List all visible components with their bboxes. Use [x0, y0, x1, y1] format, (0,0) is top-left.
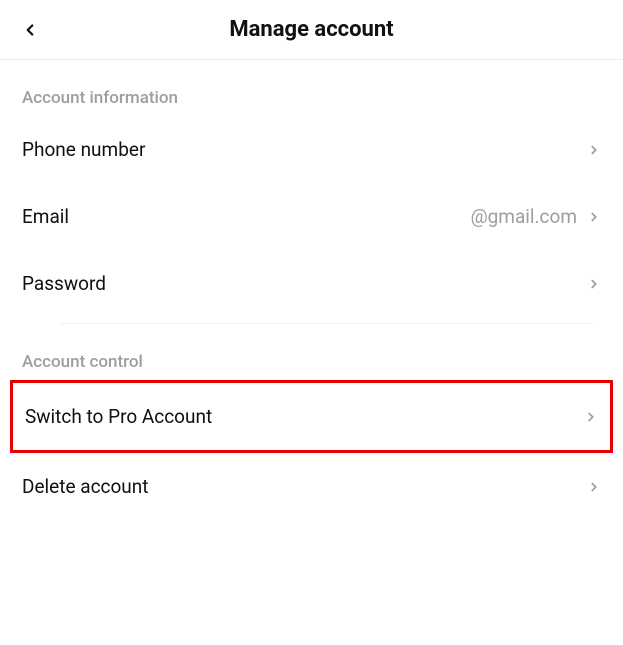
row-value-email: @gmail.com [471, 205, 577, 228]
chevron-right-icon [587, 480, 601, 494]
back-button[interactable] [14, 14, 46, 46]
row-phone-number[interactable]: Phone number [0, 116, 623, 183]
chevron-right-icon [587, 143, 601, 157]
section-label-account-info: Account information [0, 60, 623, 116]
row-label-switch-pro: Switch to Pro Account [25, 405, 212, 428]
row-password[interactable]: Password [0, 250, 623, 317]
page-title: Manage account [0, 17, 623, 42]
chevron-left-icon [21, 21, 39, 39]
row-email[interactable]: Email @gmail.com [0, 183, 623, 250]
row-switch-to-pro[interactable]: Switch to Pro Account [10, 380, 613, 453]
chevron-right-icon [587, 210, 601, 224]
row-label-email: Email [22, 205, 69, 228]
page-header: Manage account [0, 0, 623, 60]
row-label-password: Password [22, 272, 106, 295]
section-label-account-control: Account control [0, 324, 623, 380]
chevron-right-icon [584, 410, 598, 424]
chevron-right-icon [587, 277, 601, 291]
row-label-delete: Delete account [22, 475, 149, 498]
row-delete-account[interactable]: Delete account [0, 453, 623, 520]
row-label-phone: Phone number [22, 138, 145, 161]
